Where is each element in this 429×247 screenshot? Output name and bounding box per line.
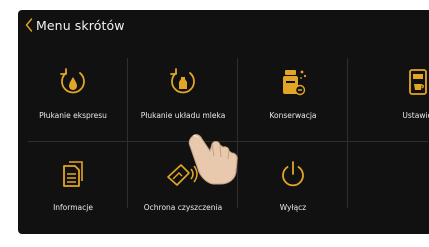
cleaning-protection-icon: [167, 164, 198, 186]
tile-power-off[interactable]: Wyłącz: [238, 142, 348, 232]
tile-label: Ochrona czyszczenia: [143, 203, 223, 212]
machine-settings-icon: [409, 69, 427, 95]
tile-label: Informacje: [53, 203, 93, 212]
rinse-milk-system-icon: [170, 68, 195, 94]
tile-settings[interactable]: Ustawienia: [348, 50, 429, 140]
tile-rinse-milk-system[interactable]: Płukanie układu mleka: [128, 50, 238, 140]
back-button[interactable]: Menu skrótów: [18, 10, 125, 40]
tile-cleaning-protection[interactable]: Ochrona czyszczenia: [128, 142, 238, 232]
tile-maintenance[interactable]: Konserwacja: [238, 50, 348, 140]
chevron-left-icon: [25, 18, 33, 32]
tile-information[interactable]: Informacje: [18, 142, 128, 232]
power-icon: [282, 161, 304, 187]
shortcut-grid: Płukanie ekspresu Płukanie układu mleka: [18, 50, 429, 234]
tile-label: Płukanie ekspresu: [39, 111, 107, 120]
tile-rinse-machine[interactable]: Płukanie ekspresu: [18, 50, 128, 140]
tile-label: Ustawienia: [402, 111, 429, 120]
header: Menu skrótów: [18, 10, 429, 40]
maintenance-icon: [283, 70, 307, 96]
information-document-icon: [63, 161, 83, 187]
tile-label: Płukanie układu mleka: [140, 111, 226, 120]
rinse-machine-icon: [60, 68, 85, 94]
tile-label: Konserwacja: [269, 111, 317, 120]
page-title: Menu skrótów: [36, 17, 125, 33]
screen: Menu skrótów Płukanie ekspresu Płukanie …: [18, 10, 429, 234]
tile-label: Wyłącz: [279, 203, 307, 212]
